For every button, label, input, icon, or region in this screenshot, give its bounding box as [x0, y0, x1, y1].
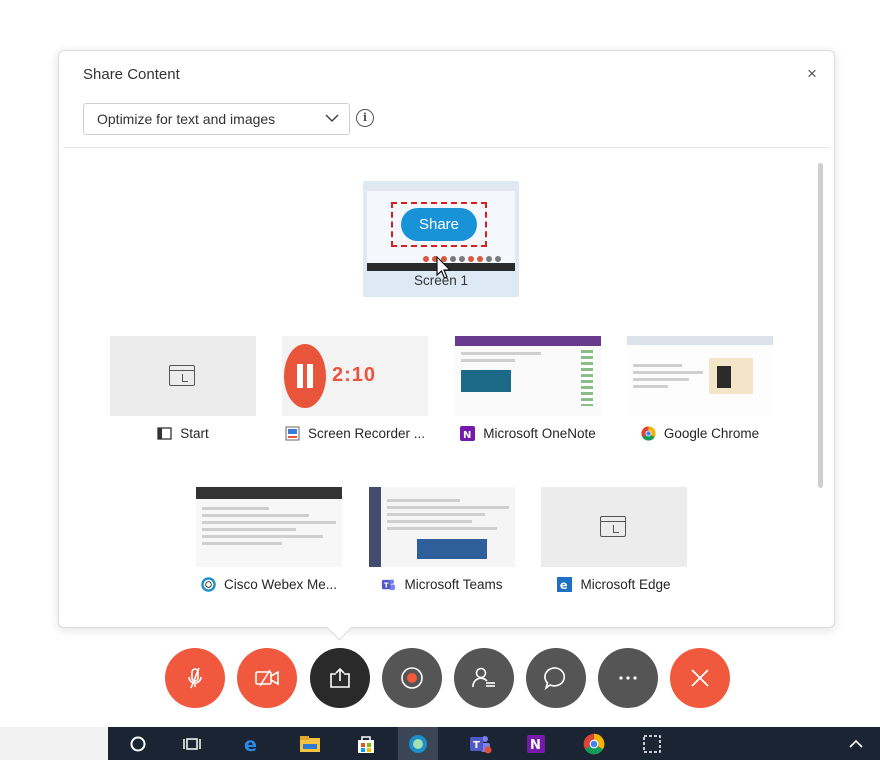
taskbar-chrome[interactable] [574, 727, 614, 760]
optimize-select-value: Optimize for text and images [97, 111, 276, 127]
snip-icon [643, 734, 661, 753]
svg-text:T: T [384, 580, 389, 589]
chrome-icon [583, 733, 605, 754]
window-placeholder-icon [169, 365, 195, 386]
app-label: Start [180, 426, 209, 441]
record-button[interactable] [382, 648, 442, 708]
store-icon [358, 735, 374, 753]
task-view-icon [183, 737, 201, 750]
teams-icon: T [470, 735, 492, 753]
svg-text:T: T [473, 740, 480, 751]
optimize-select[interactable]: Optimize for text and images [83, 103, 350, 135]
taskbar-cortana[interactable] [118, 727, 158, 760]
chrome-icon [641, 426, 656, 441]
recorder-time: 2:10 [332, 364, 377, 386]
app-thumbnail [627, 336, 773, 416]
chevron-up-icon [849, 739, 863, 748]
app-label: Screen Recorder ... [307, 426, 426, 441]
app-thumbnail [196, 487, 342, 567]
dialog-title: Share Content [83, 66, 180, 83]
video-button[interactable] [237, 648, 297, 708]
app-thumbnail [541, 487, 687, 567]
taskbar-file-explorer[interactable] [290, 727, 330, 760]
close-button[interactable]: × [802, 64, 822, 84]
taskbar-store[interactable] [346, 727, 386, 760]
window-placeholder-icon [600, 516, 626, 537]
app-label: Cisco Webex Me... [223, 577, 338, 592]
app-label: Microsoft Edge [580, 577, 671, 592]
close-icon [691, 669, 709, 687]
teams-icon: T [382, 579, 396, 591]
taskbar-webex[interactable] [398, 727, 438, 760]
taskbar-task-view[interactable] [172, 727, 212, 760]
share-content-button[interactable] [310, 648, 370, 708]
screen-1-label: Screen 1 [413, 273, 469, 288]
onenote-icon: N [527, 734, 545, 753]
divider [63, 147, 830, 148]
taskbar-search-area[interactable] [0, 727, 108, 760]
participants-button[interactable] [454, 648, 514, 708]
mute-button[interactable] [165, 648, 225, 708]
more-button[interactable] [598, 648, 658, 708]
window-icon [157, 427, 172, 440]
app-tile-start[interactable]: Start [110, 336, 256, 441]
participants-icon [472, 667, 495, 688]
taskbar-show-hidden[interactable] [836, 727, 876, 760]
taskbar-teams[interactable]: T [460, 727, 500, 760]
app-tile-screen-recorder[interactable]: 2:10 Screen Recorder ... [282, 336, 428, 441]
app-thumbnail [110, 336, 256, 416]
scrollbar[interactable] [818, 163, 823, 488]
svg-text:e: e [244, 734, 257, 754]
app-thumbnail: 2:10 [282, 336, 428, 416]
edge-icon: e [244, 734, 257, 754]
chat-button[interactable] [526, 648, 586, 708]
app-thumbnail [455, 336, 601, 416]
share-content-dialog: Share Content × Optimize for text and im… [58, 50, 835, 628]
webex-icon [409, 734, 427, 753]
taskbar-edge[interactable]: e [232, 727, 272, 760]
app-label: Microsoft Teams [404, 577, 503, 592]
app-tile-teams[interactable]: T Microsoft Teams [369, 487, 515, 592]
edge-icon: e [557, 577, 573, 592]
svg-text:N: N [530, 738, 541, 753]
svg-text:e: e [560, 579, 568, 592]
highlight-box [391, 202, 487, 247]
file-explorer-icon [300, 735, 320, 752]
webex-icon [201, 577, 216, 592]
chevron-down-icon [325, 114, 339, 123]
app-label: Microsoft OneNote [483, 426, 596, 441]
app-tile-chrome[interactable]: Google Chrome [627, 336, 773, 441]
mic-off-icon [188, 667, 202, 689]
chat-icon [544, 667, 566, 691]
info-icon[interactable]: i [356, 109, 374, 127]
onenote-icon: N [460, 426, 476, 441]
more-icon [619, 676, 637, 680]
app-thumbnail [369, 487, 515, 567]
screen-recorder-icon [285, 426, 300, 441]
camera-off-icon [255, 669, 279, 687]
taskbar: e T N [0, 727, 880, 760]
cortana-icon [130, 736, 146, 751]
leave-meeting-button[interactable] [670, 648, 730, 708]
app-label: Google Chrome [663, 426, 760, 441]
taskbar-snip[interactable] [632, 727, 672, 760]
app-tile-webex[interactable]: Cisco Webex Me... [196, 487, 342, 592]
record-icon [401, 667, 423, 689]
taskbar-onenote[interactable]: N [516, 727, 556, 760]
share-icon [330, 667, 350, 688]
app-tile-onenote[interactable]: N Microsoft OneNote [455, 336, 601, 441]
app-tile-edge[interactable]: e Microsoft Edge [541, 487, 687, 592]
svg-text:N: N [463, 430, 471, 441]
